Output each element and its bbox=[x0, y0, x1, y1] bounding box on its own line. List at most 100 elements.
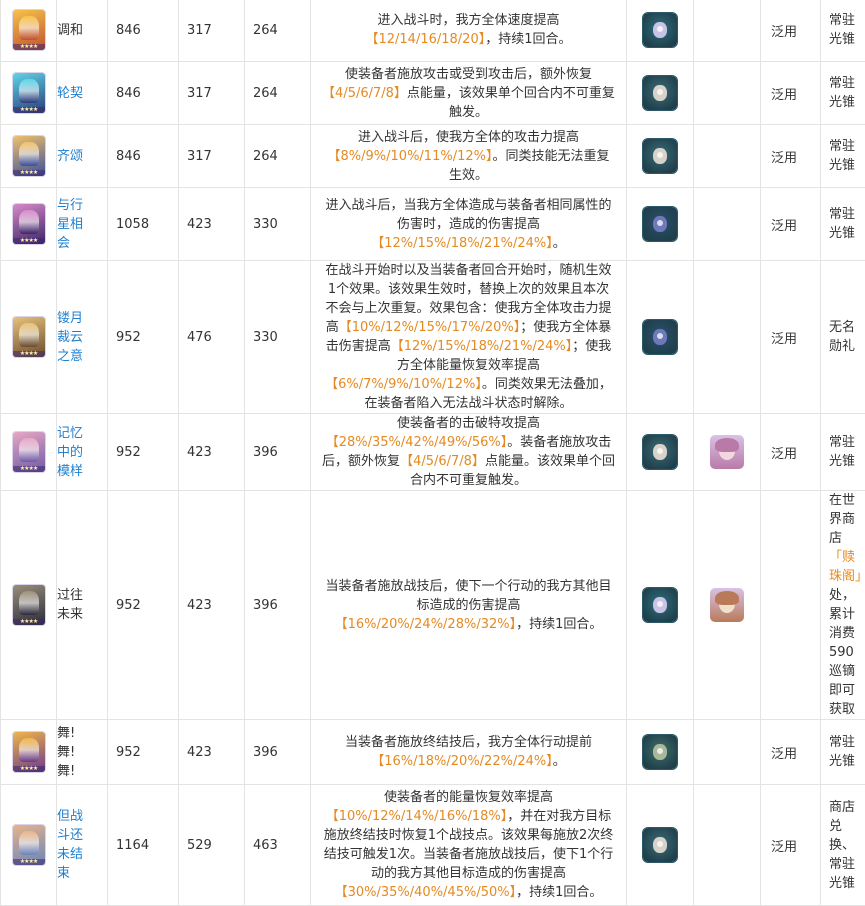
tingyun-portrait[interactable] bbox=[710, 588, 744, 622]
description-text: 当装备者施放终结技后，我方全体行动提前 bbox=[345, 735, 592, 750]
name-cell: 齐颂 bbox=[57, 125, 108, 188]
acquisition-source: 常驻光锥 bbox=[821, 125, 865, 188]
card-cell: ★★★★ bbox=[1, 62, 57, 125]
light-cone-card-image[interactable]: ★★★★ bbox=[13, 317, 45, 357]
health-value: 423 bbox=[179, 720, 245, 785]
highlight-values: 【12%/15%/18%/21%/24%】 bbox=[371, 236, 553, 251]
light-cone-card-image[interactable]: ★★★★ bbox=[13, 825, 45, 865]
defense-value: 396 bbox=[245, 720, 311, 785]
shop-name: 「赎珠阁」 bbox=[829, 548, 865, 586]
description-text: 当装备者施放战技后，使下一个行动的我方其他目标造成的伤害提高 bbox=[325, 579, 611, 613]
highlight-values: 【4/5/6/7/8】 bbox=[400, 454, 485, 469]
rarity-stars-icon: ★★★★ bbox=[13, 619, 45, 625]
march-7th-portrait[interactable] bbox=[710, 435, 744, 469]
light-cone-name-link[interactable]: 但战斗还未结束 bbox=[57, 807, 87, 883]
rarity-stars-icon: ★★★★ bbox=[13, 351, 45, 357]
material-cell bbox=[627, 720, 694, 785]
highlight-values: 【8%/9%/10%/11%/12%】 bbox=[328, 149, 493, 164]
usage-type: 泛用 bbox=[761, 125, 821, 188]
acquisition-source: 商店兑换、常驻光锥 bbox=[821, 785, 865, 906]
usage-type: 泛用 bbox=[761, 720, 821, 785]
material-cell bbox=[627, 125, 694, 188]
light-cone-card-image[interactable]: ★★★★ bbox=[13, 204, 45, 244]
light-cone-name-link[interactable]: 镂月裁云之意 bbox=[57, 309, 87, 366]
usage-type: 泛用 bbox=[761, 261, 821, 414]
card-cell: ★★★★ bbox=[1, 125, 57, 188]
crystal-shard-icon[interactable] bbox=[643, 207, 677, 241]
highlight-values: 【10%/12%/14%/16%/18%】 bbox=[326, 809, 508, 824]
health-value: 529 bbox=[179, 785, 245, 906]
gear-part-icon[interactable] bbox=[643, 828, 677, 862]
bug-creature-icon[interactable] bbox=[643, 588, 677, 622]
attack-value: 1058 bbox=[108, 188, 179, 261]
acquisition-source: 常驻光锥 bbox=[821, 414, 865, 491]
character-cell bbox=[694, 0, 761, 62]
attack-value: 846 bbox=[108, 0, 179, 62]
bug-creature-icon[interactable] bbox=[643, 13, 677, 47]
effect-description: 在战斗开始时以及当装备者回合开始时，随机生效1个效果。该效果生效时，替换上次的效… bbox=[311, 261, 627, 414]
crystal-shard-icon[interactable] bbox=[643, 320, 677, 354]
light-cone-table: ★★★★ 调和 846 317 264 进入战斗时，我方全体速度提高【12/14… bbox=[0, 0, 865, 906]
description-text: 常驻光锥 bbox=[829, 207, 855, 241]
table-row: ★★★★ 调和 846 317 264 进入战斗时，我方全体速度提高【12/14… bbox=[1, 0, 865, 62]
gear-part-icon[interactable] bbox=[643, 139, 677, 173]
name-cell: 过往未来 bbox=[57, 491, 108, 720]
attack-value: 952 bbox=[108, 491, 179, 720]
health-value: 476 bbox=[179, 261, 245, 414]
card-cell: ★★★★ bbox=[1, 720, 57, 785]
description-text: ，持续1回合。 bbox=[516, 885, 602, 900]
table-row: ★★★★ 舞!舞!舞! 952 423 396 当装备者施放终结技后，我方全体行… bbox=[1, 720, 865, 785]
description-text: ，持续1回合。 bbox=[516, 617, 602, 632]
light-cone-card-image[interactable]: ★★★★ bbox=[13, 10, 45, 50]
machine-block-icon[interactable] bbox=[643, 735, 677, 769]
character-cell bbox=[694, 125, 761, 188]
name-cell: 与行星相会 bbox=[57, 188, 108, 261]
light-cone-card-image[interactable]: ★★★★ bbox=[13, 432, 45, 472]
health-value: 423 bbox=[179, 188, 245, 261]
light-cone-card-image[interactable]: ★★★★ bbox=[13, 73, 45, 113]
description-text: 使装备者的击破特攻提高 bbox=[397, 416, 540, 431]
effect-description: 进入战斗后，当我方全体造成与装备者相同属性的伤害时，造成的伤害提高【12%/15… bbox=[311, 188, 627, 261]
description-text: 。 bbox=[553, 236, 566, 251]
character-cell bbox=[694, 785, 761, 906]
name-cell: 舞!舞!舞! bbox=[57, 720, 108, 785]
material-cell bbox=[627, 414, 694, 491]
light-cone-name-link[interactable]: 记忆中的模样 bbox=[57, 424, 87, 481]
highlight-values: 【16%/18%/20%/22%/24%】 bbox=[371, 754, 553, 769]
highlight-values: 【30%/35%/40%/45%/50%】 bbox=[335, 885, 517, 900]
highlight-values: 【4/5/6/7/8】 bbox=[322, 86, 407, 101]
gear-part-icon[interactable] bbox=[643, 435, 677, 469]
character-cell bbox=[694, 720, 761, 785]
gear-part-icon[interactable] bbox=[643, 76, 677, 110]
description-text: 常驻光锥 bbox=[829, 139, 855, 173]
description-text: ，持续1回合。 bbox=[485, 32, 571, 47]
light-cone-name-link[interactable]: 齐颂 bbox=[57, 147, 87, 166]
attack-value: 952 bbox=[108, 414, 179, 491]
card-figure bbox=[19, 79, 39, 103]
card-figure bbox=[19, 831, 39, 855]
name-cell: 但战斗还未结束 bbox=[57, 785, 108, 906]
description-text: 无名勋礼 bbox=[829, 320, 855, 354]
description-text: 常驻光锥 bbox=[829, 735, 855, 769]
acquisition-source: 常驻光锥 bbox=[821, 720, 865, 785]
highlight-values: 【12%/15%/18%/21%/24%】 bbox=[391, 339, 573, 354]
light-cone-name-link[interactable]: 轮契 bbox=[57, 84, 87, 103]
rarity-stars-icon: ★★★★ bbox=[13, 107, 45, 113]
description-text: 常驻光锥 bbox=[829, 76, 855, 110]
attack-value: 1164 bbox=[108, 785, 179, 906]
character-cell bbox=[694, 62, 761, 125]
card-cell: ★★★★ bbox=[1, 491, 57, 720]
material-cell bbox=[627, 188, 694, 261]
effect-description: 使装备者的击破特攻提高【28%/35%/42%/49%/56%】。装备者施放攻击… bbox=[311, 414, 627, 491]
description-text: 使装备者施放攻击或受到攻击后，额外恢复 bbox=[345, 67, 592, 82]
highlight-values: 【12/14/16/18/20】 bbox=[365, 32, 485, 47]
usage-type: 泛用 bbox=[761, 414, 821, 491]
light-cone-card-image[interactable]: ★★★★ bbox=[13, 732, 45, 772]
light-cone-card-image[interactable]: ★★★★ bbox=[13, 136, 45, 176]
light-cone-name: 调和 bbox=[57, 21, 87, 40]
light-cone-name-link[interactable]: 与行星相会 bbox=[57, 196, 87, 253]
rarity-stars-icon: ★★★★ bbox=[13, 238, 45, 244]
light-cone-card-image[interactable]: ★★★★ bbox=[13, 585, 45, 625]
name-cell: 镂月裁云之意 bbox=[57, 261, 108, 414]
material-cell bbox=[627, 62, 694, 125]
